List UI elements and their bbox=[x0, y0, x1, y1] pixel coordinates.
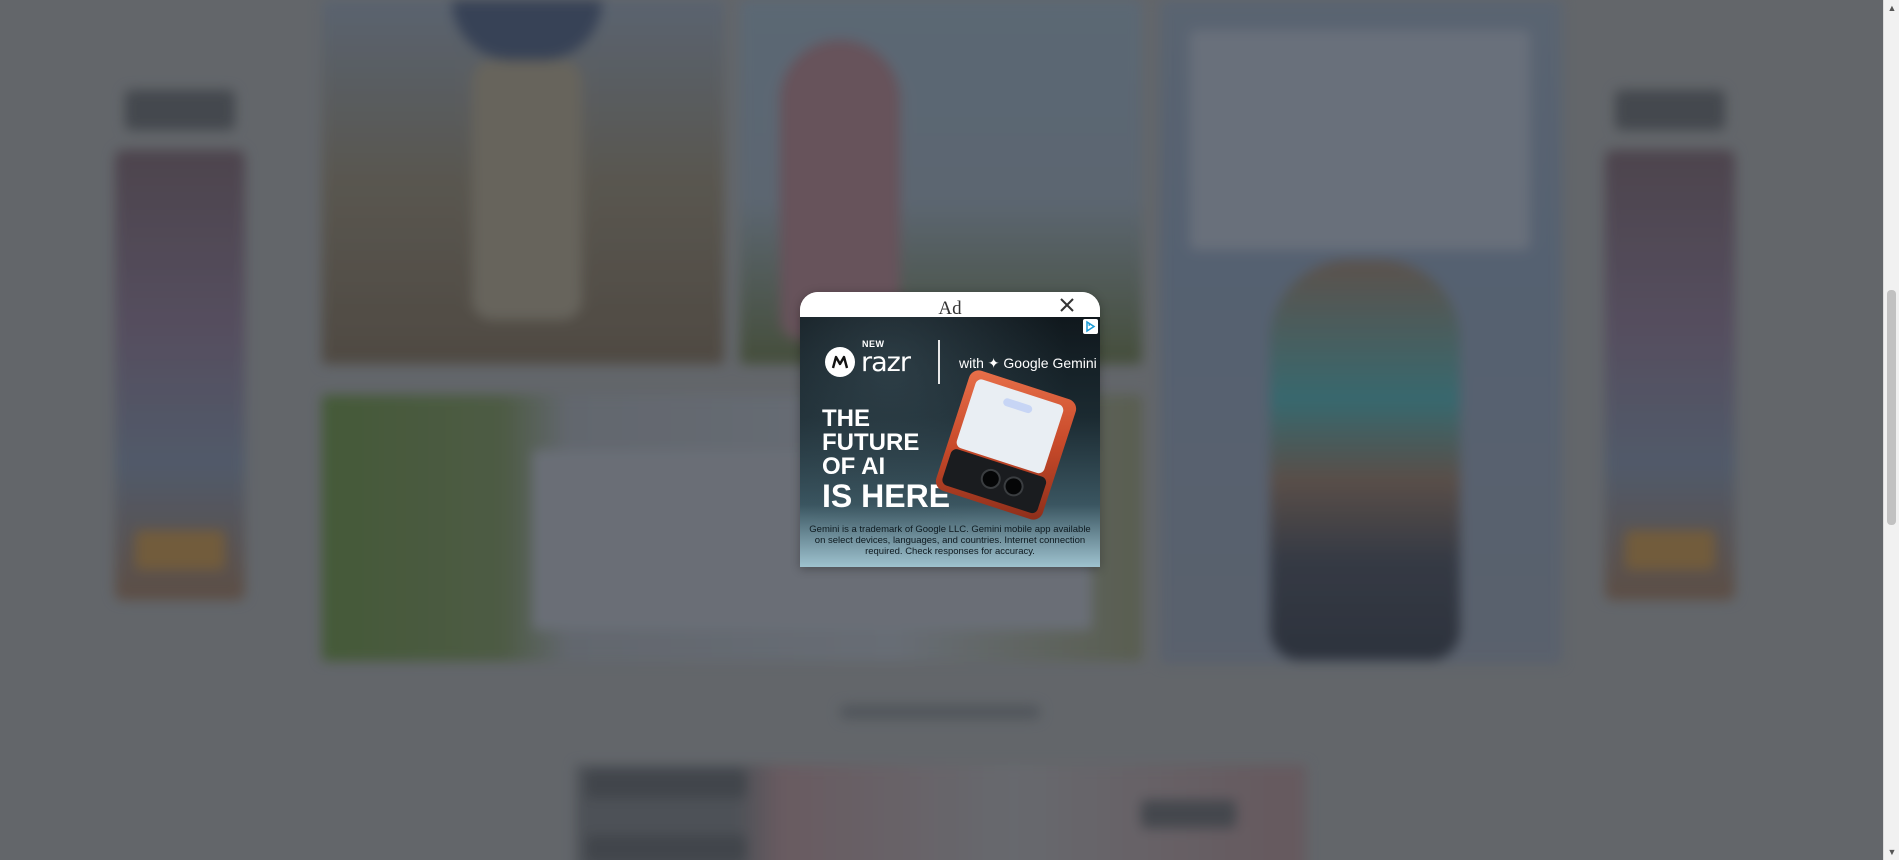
headline-line: THE bbox=[822, 405, 870, 432]
ad-disclaimer: Gemini is a trademark of Google LLC. Gem… bbox=[809, 524, 1091, 557]
ad-headline: THE FUTURE OF AI IS HERE bbox=[822, 405, 951, 514]
headline-line: OF AI bbox=[822, 453, 886, 480]
scrollbar-thumb[interactable] bbox=[1887, 290, 1896, 525]
ad-header: Ad bbox=[800, 292, 1100, 319]
scroll-up-arrow-icon[interactable]: ▲ bbox=[1884, 0, 1899, 16]
adchoices-icon[interactable] bbox=[1083, 319, 1098, 334]
vertical-scrollbar[interactable]: ▲ ▼ bbox=[1883, 0, 1899, 860]
brand-divider bbox=[938, 340, 940, 384]
phone-image bbox=[933, 367, 1079, 523]
headline-line: IS HERE bbox=[822, 478, 951, 514]
scroll-down-arrow-icon[interactable]: ▼ bbox=[1884, 844, 1899, 860]
ad-dialog: Ad NEW razr with ✦ Google Gemini THE FUT bbox=[800, 292, 1100, 567]
motorola-logo-icon bbox=[825, 347, 855, 377]
headline-line: FUTURE bbox=[822, 429, 920, 456]
ad-creative[interactable]: NEW razr with ✦ Google Gemini THE FUTURE… bbox=[800, 317, 1100, 567]
close-icon[interactable] bbox=[1058, 296, 1076, 314]
brand-product-name: razr bbox=[861, 347, 911, 378]
